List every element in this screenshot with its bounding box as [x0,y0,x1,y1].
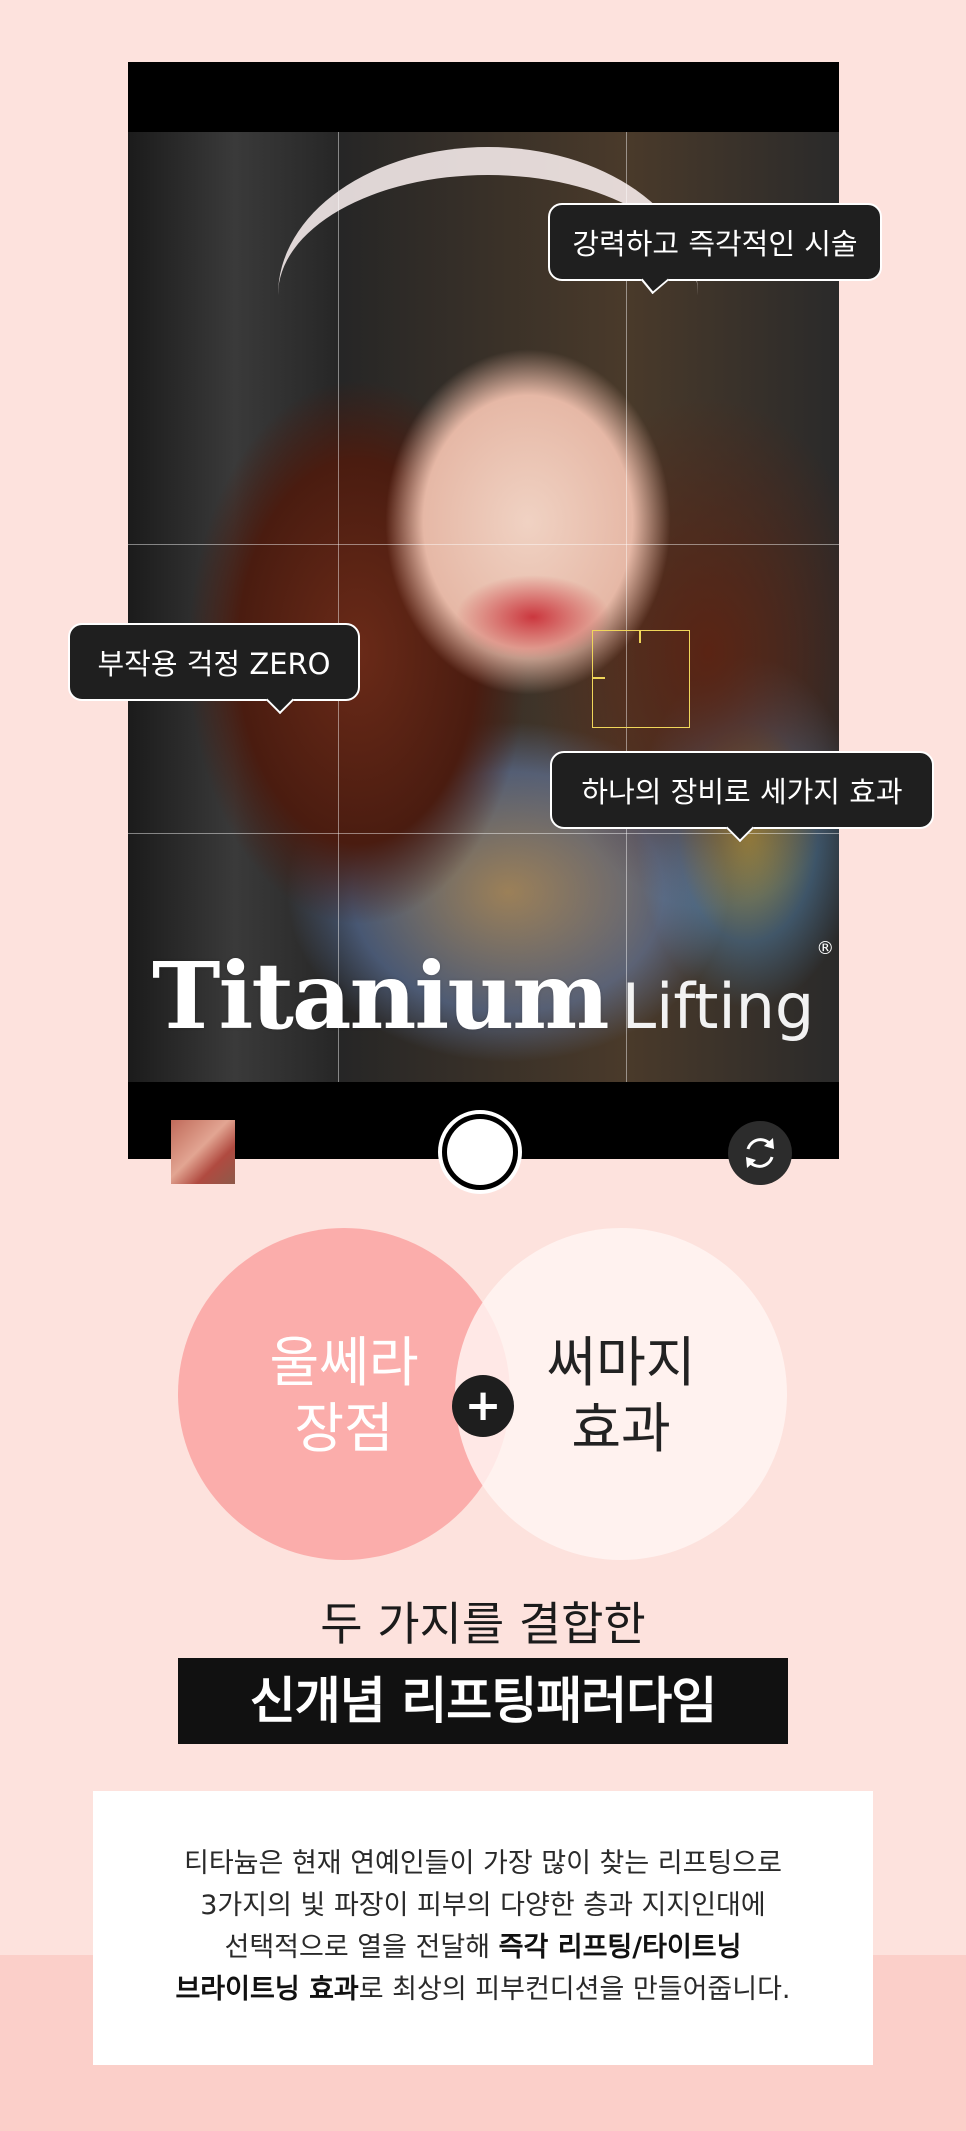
description-text: 로 최상의 피부컨디션을 만들어줍니다. [358,1974,791,2005]
venn-label-line: 장점 [294,1397,394,1460]
speech-bubble-no-side-effects: 부작용 걱정 ZERO [68,623,360,701]
speech-bubble-three-effects: 하나의 장비로 세가지 효과 [550,751,934,829]
focus-reticle [592,630,690,728]
description-text: 선택적으로 열을 전달해 [224,1932,499,1963]
description-line: 선택적으로 열을 전달해 즉각 리프팅/타이트닝 [93,1927,873,1969]
banner-new-paradigm: 신개념 리프팅패러다임 [178,1658,788,1744]
camera-controls [128,1082,839,1194]
plus-icon: + [452,1375,514,1437]
logo-sub-text: Lifting [621,970,815,1043]
shutter-button[interactable] [438,1110,522,1194]
venn-label-line: 효과 [571,1397,671,1460]
description-line: 3가지의 빛 파장이 피부의 다양한 층과 지지인대에 [200,1890,766,1921]
venn-label-line: 써마지 [546,1331,696,1394]
logo-main-text: Titanium [152,942,610,1050]
description-emphasis: 즉각 리프팅/타이트닝 [498,1932,742,1963]
gallery-thumbnail[interactable] [171,1120,235,1184]
shutter-button-inner [447,1119,513,1185]
grid-line-vertical [338,132,339,1082]
venn-label-line: 울쎄라 [269,1331,419,1394]
venn-label-ulthera: 울쎄라 장점 [214,1330,474,1462]
venn-label-thermage: 써마지 효과 [491,1330,751,1462]
rotate-camera-icon [746,1138,774,1168]
headline-combined: 두 가지를 결합한 [320,1597,646,1651]
speech-bubble-powerful: 강력하고 즉각적인 시술 [548,203,882,281]
registered-mark: ® [816,938,835,959]
description-line: 티타늄은 현재 연예인들이 가장 많이 찾는 리프팅으로 [184,1848,782,1879]
switch-camera-button[interactable] [728,1121,792,1185]
description-emphasis: 브라이트닝 효과 [175,1974,359,2005]
grid-line-horizontal [128,544,839,545]
titanium-lifting-logo: Titanium Lifting® [152,938,834,1050]
description-line: 브라이트닝 효과로 최상의 피부컨디션을 만들어줍니다. [93,1969,873,2011]
description-box: 티타늄은 현재 연예인들이 가장 많이 찾는 리프팅으로 3가지의 빛 파장이 … [93,1791,873,2065]
